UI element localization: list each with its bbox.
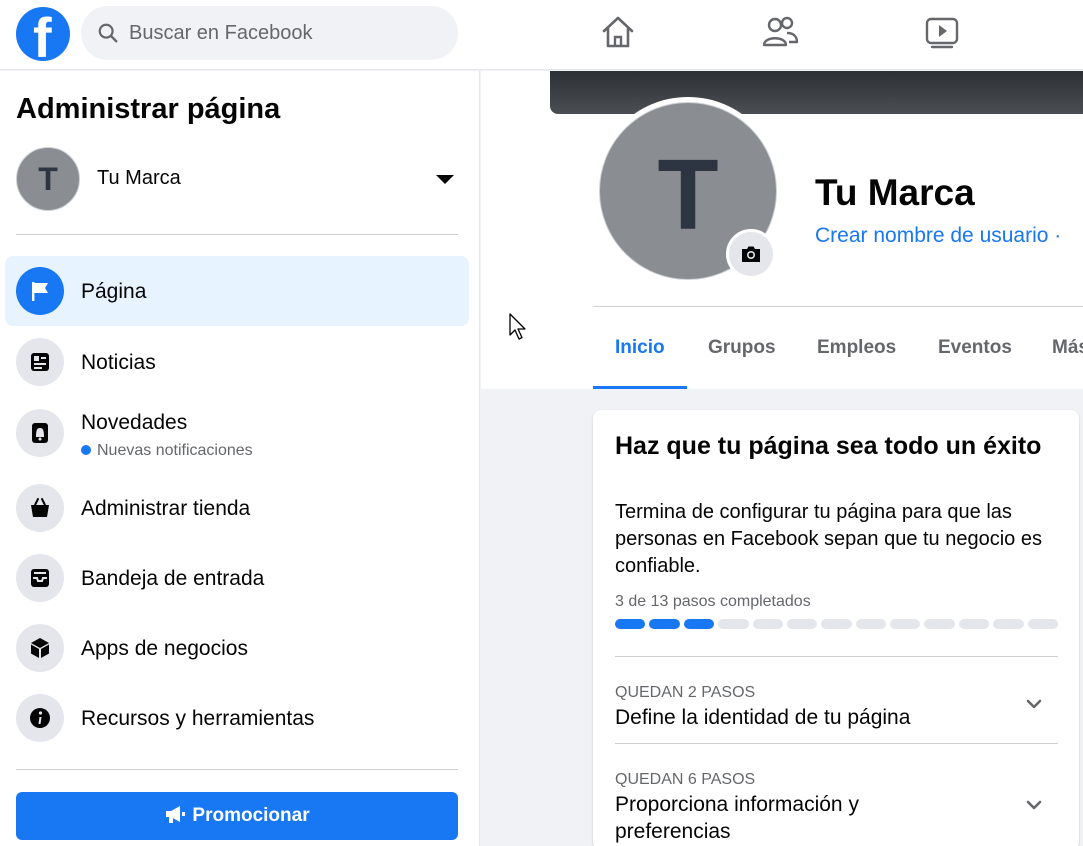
news-icon [16,338,64,386]
page-selector[interactable]: T Tu Marca [16,147,458,211]
chevron-down-icon[interactable] [1024,795,1044,815]
sidebar-title: Administrar página [16,93,281,125]
notification-status-text: Nuevas notificaciones [97,442,253,459]
progress-segment [958,619,990,629]
sidebar-item-label: Novedades [81,411,188,434]
sidebar-divider [16,234,458,235]
setup-card: Haz que tu página sea todo un éxito Term… [593,410,1079,846]
setup-step[interactable]: QUEDAN 6 PASOS Proporciona información y… [615,771,1058,845]
page-title: Tu Marca [815,172,975,213]
sidebar-item-label: Administrar tienda [81,497,251,520]
sidebar-item-label: Bandeja de entrada [81,567,265,590]
watch-icon[interactable] [922,12,962,52]
card-divider [615,656,1058,657]
tab-empleos[interactable]: Empleos [817,307,896,389]
notification-status: Nuevas notificaciones [81,442,253,460]
setup-card-title: Haz que tu página sea todo un éxito [615,432,1042,460]
progress-segment [993,619,1024,629]
progress-segment [649,619,680,629]
progress-segment [890,619,921,629]
promote-button[interactable]: Promocionar [16,792,458,840]
dropdown-caret-icon[interactable] [436,175,454,184]
camera-icon [742,246,760,262]
progress-text: 3 de 13 pasos completados [615,593,811,610]
progress-segment [718,619,749,629]
sidebar-item-label: Noticias [81,351,156,374]
progress-segment [821,619,852,629]
page-avatar-initial: T [38,161,58,197]
mouse-cursor-icon [509,313,526,340]
tab-mas[interactable]: Más [1052,307,1083,389]
tab-inicio[interactable]: Inicio [593,307,687,389]
step-remaining: QUEDAN 2 PASOS [615,684,756,701]
page-selector-name: Tu Marca [97,167,181,189]
search-icon [98,23,118,43]
sidebar-divider [16,769,458,770]
progress-segment [683,619,715,629]
shop-bag-icon [16,484,64,532]
step-title: Define la identidad de tu página [615,706,911,729]
sidebar-item-pagina[interactable]: Página [5,256,469,326]
update-photo-button[interactable] [726,229,776,279]
bell-icon [16,409,64,457]
progress-steps [615,619,1058,629]
facebook-logo-glyph: f [33,7,52,62]
home-icon[interactable] [598,12,638,52]
create-username-link[interactable]: Crear nombre de usuario · [815,224,1083,248]
search-box[interactable] [81,6,458,60]
flag-icon [16,267,64,315]
inbox-icon [16,554,64,602]
sidebar-item-apps-negocios[interactable]: Apps de negocios [5,613,469,683]
sidebar-item-label: Recursos y herramientas [81,707,315,730]
tab-eventos[interactable]: Eventos [938,307,1012,389]
page-avatar: T [16,147,80,211]
sidebar-item-noticias[interactable]: Noticias [5,327,469,397]
progress-segment [924,619,955,629]
progress-segment [615,619,646,629]
card-divider [615,743,1058,744]
page-tabs: Inicio Grupos Empleos Eventos Más [593,307,1083,389]
step-title: Proporciona información y preferencias [615,793,859,843]
progress-segment [752,619,783,629]
sidebar-item-label: Apps de negocios [81,637,248,660]
megaphone-icon [166,806,186,823]
sidebar-item-novedades[interactable]: Novedades Nuevas notificaciones [5,398,469,468]
sidebar-item-label: Página [81,280,147,303]
sidebar-item-bandeja[interactable]: Bandeja de entrada [5,543,469,613]
info-icon [16,694,64,742]
tab-grupos[interactable]: Grupos [708,307,776,389]
setup-step[interactable]: QUEDAN 2 PASOS Define la identidad de tu… [615,684,1058,731]
friends-icon[interactable] [760,12,800,52]
chevron-down-icon[interactable] [1024,694,1044,714]
promote-button-label: Promocionar [192,805,310,826]
progress-segment [786,619,818,629]
sidebar-item-administrar-tienda[interactable]: Administrar tienda [5,473,469,543]
facebook-logo-icon[interactable]: f [16,7,70,61]
progress-segment [855,619,887,629]
search-input[interactable] [129,6,439,60]
sidebar-item-recursos[interactable]: Recursos y herramientas [5,683,469,753]
step-remaining: QUEDAN 6 PASOS [615,771,756,788]
manage-page-sidebar: Administrar página T Tu Marca Página Not… [0,71,480,846]
setup-card-description: Termina de configurar tu página para que… [615,501,1042,577]
top-navigation-bar: f [0,0,1083,70]
unread-dot-icon [81,445,91,455]
cube-icon [16,624,64,672]
progress-segment [1027,619,1058,629]
